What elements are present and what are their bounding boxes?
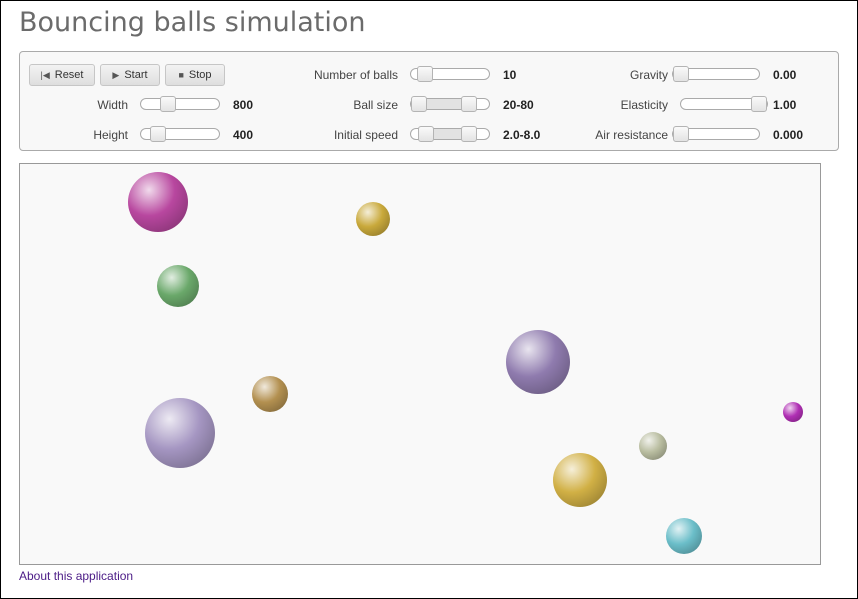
- air-resistance-value: 0.000: [773, 128, 804, 142]
- initial-speed-label: Initial speed: [333, 128, 398, 142]
- ball: [356, 202, 390, 236]
- ball-size-label: Ball size: [353, 98, 398, 112]
- ball: [553, 453, 607, 507]
- initial-speed-min-handle[interactable]: [418, 126, 435, 142]
- elasticity-slider[interactable]: [680, 96, 768, 112]
- air-resistance-label: Air resistance: [595, 128, 668, 142]
- initial-speed-slider[interactable]: [410, 126, 490, 142]
- height-slider-handle[interactable]: [150, 126, 167, 142]
- num-balls-value: 10: [503, 68, 517, 82]
- skip-back-icon: |◀: [40, 69, 50, 80]
- ball-size-min-handle[interactable]: [411, 96, 427, 112]
- gravity-value: 0.00: [773, 68, 797, 82]
- air-resistance-slider[interactable]: [672, 126, 760, 142]
- initial-speed-value: 2.0-8.0: [503, 128, 541, 142]
- ball: [145, 398, 215, 468]
- height-value: 400: [233, 128, 254, 142]
- page-title: Bouncing balls simulation: [19, 7, 366, 38]
- height-slider[interactable]: [140, 126, 220, 142]
- elasticity-label: Elasticity: [620, 98, 668, 112]
- ball: [157, 265, 199, 307]
- stop-button[interactable]: ■ Stop: [165, 64, 225, 86]
- width-slider[interactable]: [140, 96, 220, 112]
- width-value: 800: [233, 98, 254, 112]
- ball: [252, 376, 288, 412]
- air-resistance-slider-handle[interactable]: [673, 126, 689, 142]
- ball: [128, 172, 188, 232]
- stop-icon: ■: [178, 70, 184, 80]
- ball-size-value: 20-80: [503, 98, 534, 112]
- num-balls-slider[interactable]: [410, 66, 490, 82]
- start-button[interactable]: ▶ Start: [100, 64, 160, 86]
- gravity-label: Gravity: [629, 68, 668, 82]
- about-link[interactable]: About this application: [19, 569, 133, 583]
- ball: [506, 330, 570, 394]
- simulation-canvas[interactable]: [19, 163, 821, 565]
- height-label: Height: [93, 128, 128, 142]
- ball: [783, 402, 803, 422]
- gravity-slider[interactable]: [672, 66, 760, 82]
- ball: [639, 432, 667, 460]
- control-panel: |◀ Reset ▶ Start ■ Stop Width 800 Height…: [19, 51, 839, 151]
- gravity-slider-handle[interactable]: [673, 66, 689, 82]
- width-slider-handle[interactable]: [159, 96, 176, 112]
- start-label: Start: [124, 69, 148, 81]
- ball-size-max-handle[interactable]: [460, 96, 477, 112]
- elasticity-value: 1.00: [773, 98, 797, 112]
- stop-label: Stop: [188, 69, 212, 81]
- num-balls-label: Number of balls: [313, 68, 398, 82]
- num-balls-slider-handle[interactable]: [417, 66, 434, 82]
- ball: [666, 518, 702, 554]
- ball-size-slider[interactable]: [410, 96, 490, 112]
- initial-speed-max-handle[interactable]: [460, 126, 477, 142]
- play-icon: ▶: [112, 69, 120, 80]
- elasticity-slider-handle[interactable]: [751, 96, 767, 112]
- reset-button[interactable]: |◀ Reset: [29, 64, 95, 86]
- reset-label: Reset: [54, 69, 84, 81]
- width-label: Width: [97, 98, 128, 112]
